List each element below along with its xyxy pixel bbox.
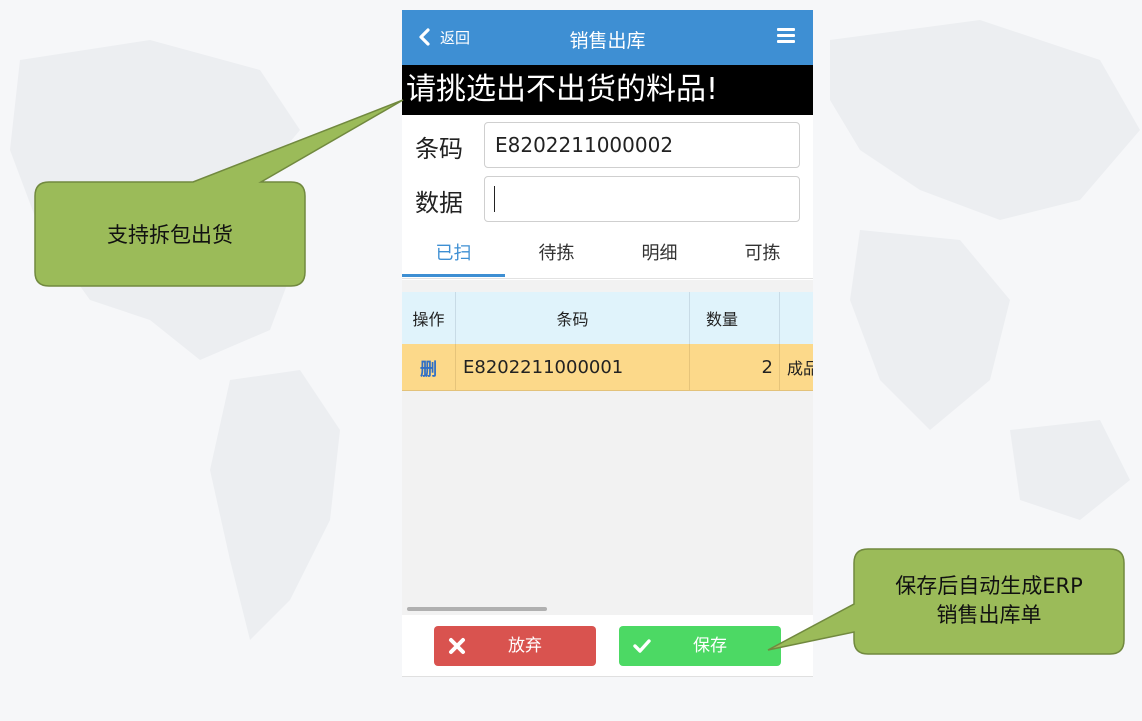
hamburger-menu-icon[interactable]: [777, 28, 795, 44]
save-button[interactable]: 保存: [619, 626, 781, 666]
horizontal-scrollbar[interactable]: [407, 607, 547, 611]
column-header-qty: 数量: [690, 292, 780, 344]
barcode-row: 条码: [402, 121, 813, 169]
column-header-more: [780, 292, 813, 344]
abandon-label: 放弃: [508, 636, 542, 656]
tab-bar: 已扫 待拣 明细 可拣: [402, 234, 813, 279]
table-row[interactable]: 删 E8202211000001 2 成品: [402, 344, 813, 391]
back-label: 返回: [440, 28, 471, 47]
barcode-input[interactable]: [484, 122, 800, 168]
mobile-screen: 返回 销售出库 请挑选出不出货的料品! 条码 数据 已扫 待拣 明细 可拣 操作…: [402, 10, 813, 677]
row-qty: 2: [690, 344, 780, 390]
action-footer: 放弃 保存: [402, 615, 813, 677]
nav-bar: 返回 销售出库: [402, 10, 813, 65]
row-barcode: E8202211000001: [456, 344, 690, 390]
scanned-grid[interactable]: 操作 条码 数量 删 E8202211000001 2 成品: [402, 280, 813, 615]
tab-details[interactable]: 明细: [608, 234, 711, 277]
tab-scanned[interactable]: 已扫: [402, 234, 505, 277]
save-label: 保存: [693, 636, 727, 656]
back-button[interactable]: 返回: [418, 24, 470, 50]
text-caret: [494, 186, 495, 212]
tab-to-pick[interactable]: 待拣: [505, 234, 608, 277]
data-input[interactable]: [484, 176, 800, 222]
data-row: 数据: [402, 175, 813, 223]
column-header-barcode: 条码: [456, 292, 690, 344]
grid-header: 操作 条码 数量: [402, 292, 813, 344]
barcode-label: 条码: [415, 135, 463, 163]
delete-link[interactable]: 删: [420, 355, 437, 380]
tab-pickable[interactable]: 可拣: [711, 234, 813, 277]
abandon-button[interactable]: 放弃: [434, 626, 596, 666]
row-item-type: 成品: [787, 359, 813, 378]
chevron-left-icon: [419, 28, 430, 46]
instruction-banner: 请挑选出不出货的料品!: [402, 65, 813, 115]
data-label: 数据: [415, 189, 463, 217]
column-header-action: 操作: [402, 292, 456, 344]
row-action-cell: 删: [402, 344, 456, 390]
